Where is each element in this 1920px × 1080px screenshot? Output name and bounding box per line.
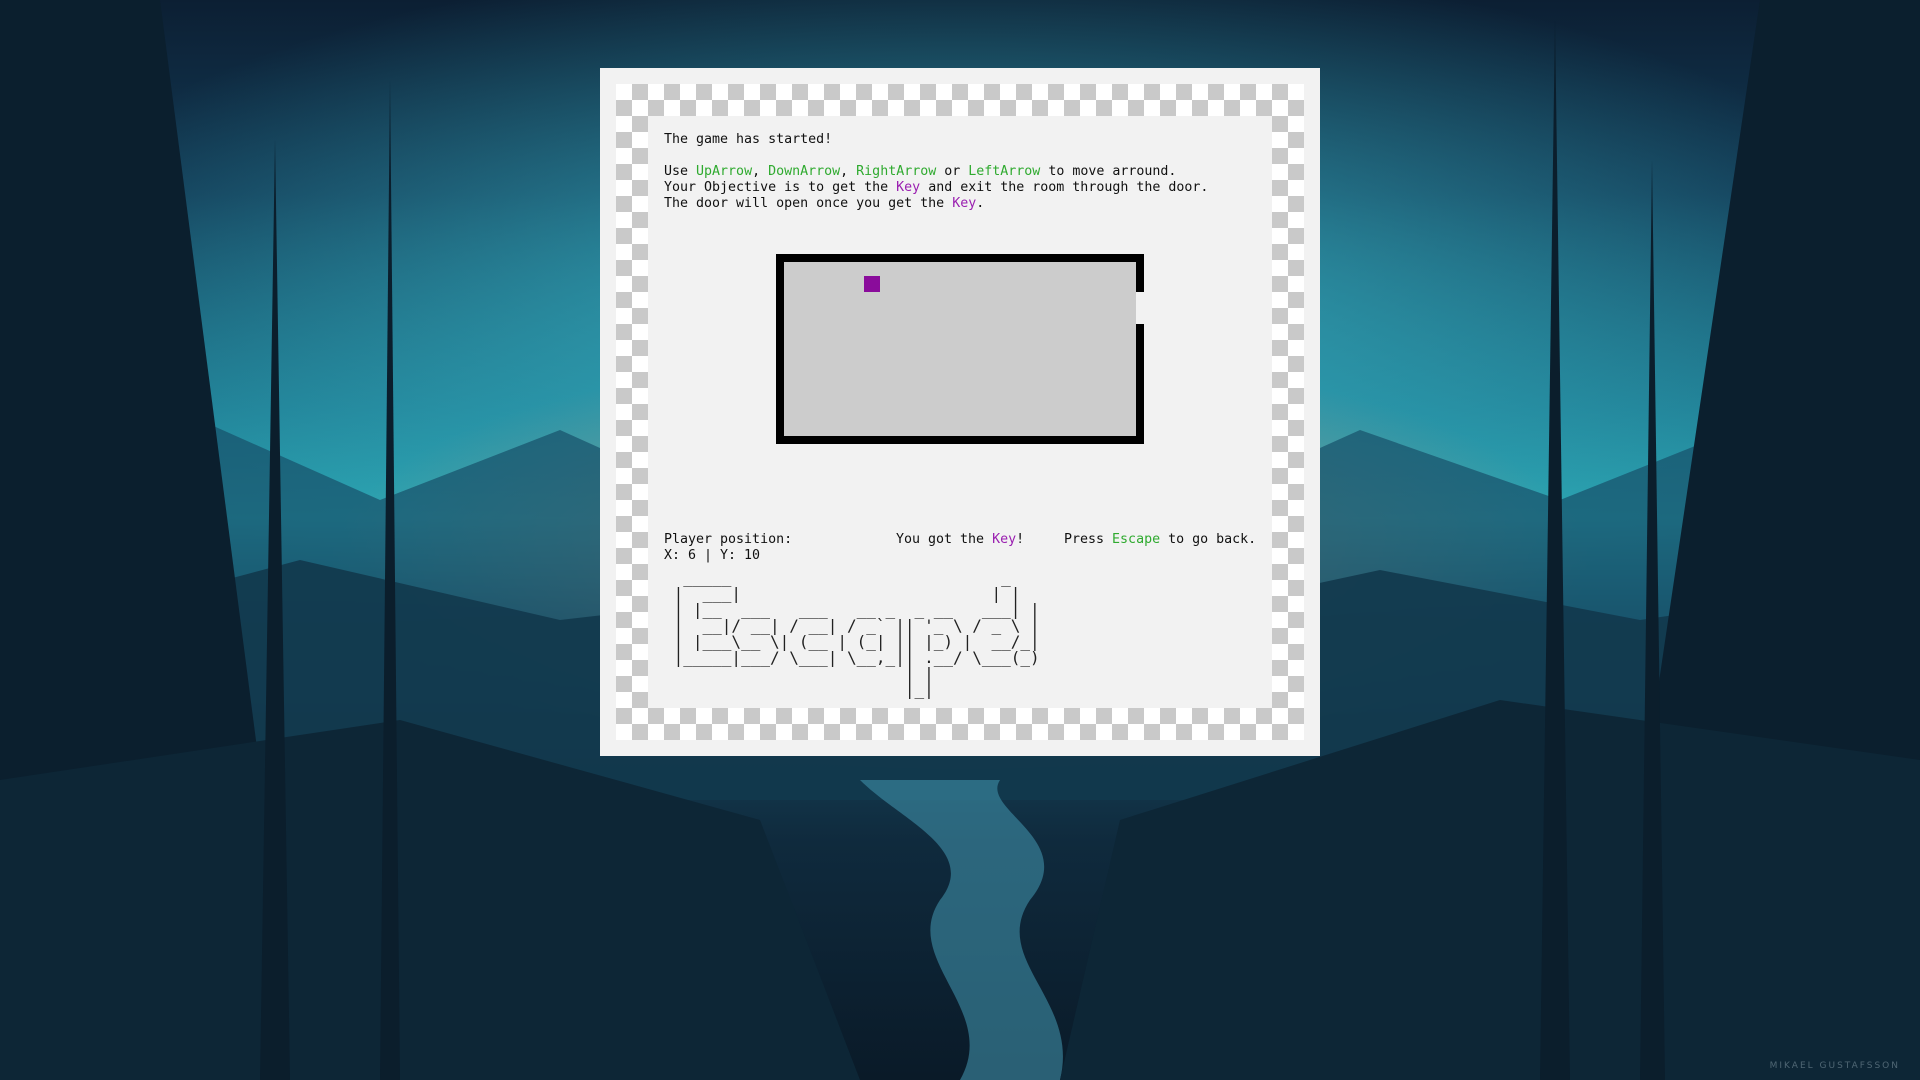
game-panel: The game has started! Use UpArrow, DownA… (600, 68, 1320, 756)
objective-text: Your Objective is to get the Key and exi… (664, 180, 1209, 195)
game-room (776, 254, 1144, 444)
key-word: Key (992, 532, 1017, 547)
escaped-banner: _____ _ | ___| | | | |__ ___ ___ __ _ _ … (673, 568, 1040, 699)
player-position-label: Player position: (664, 532, 793, 547)
escape-hint: Press Escape to go back. (1064, 532, 1257, 547)
key-item (864, 276, 880, 292)
room-floor (784, 262, 1136, 436)
room-door (1136, 292, 1144, 324)
key-status-message: You got the Key! (896, 532, 1025, 547)
rightarrow-key-label: RightArrow (856, 164, 937, 179)
key-word: Key (896, 180, 921, 195)
leftarrow-key-label: LeftArrow (968, 164, 1041, 179)
key-word: Key (952, 196, 977, 211)
downarrow-key-label: DownArrow (768, 164, 841, 179)
game-started-message: The game has started! (664, 132, 833, 147)
player-coordinates: X: 6 | Y: 10 (664, 548, 761, 563)
uparrow-key-label: UpArrow (696, 164, 753, 179)
escape-key-label: Escape (1112, 532, 1161, 547)
controls-instruction: Use UpArrow, DownArrow, RightArrow or Le… (664, 164, 1177, 179)
artist-credit: MIKAEL GUSTAFSSON (1769, 1061, 1900, 1071)
door-note-text: The door will open once you get the Key. (664, 196, 985, 211)
